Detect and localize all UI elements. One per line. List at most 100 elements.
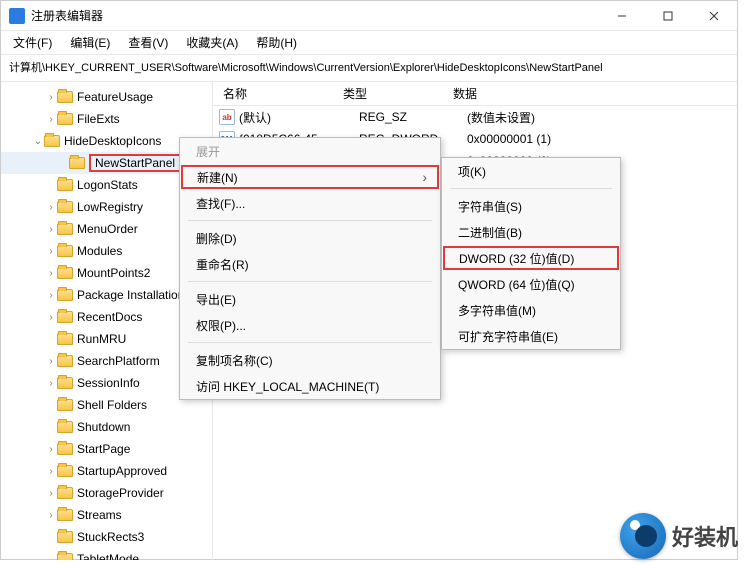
context-menu-item[interactable]: 可扩充字符串值(E): [442, 323, 620, 349]
context-menu-item: 展开: [180, 138, 440, 164]
menu-item[interactable]: 文件(F): [5, 32, 60, 53]
expander-icon[interactable]: ›: [45, 224, 57, 235]
tree-item[interactable]: TabletMode: [1, 548, 212, 560]
tree-item[interactable]: › StartupApproved: [1, 460, 212, 482]
tree-item-label: Streams: [77, 508, 122, 522]
tree-item[interactable]: › StartPage: [1, 438, 212, 460]
context-menu-item[interactable]: 项(K): [442, 158, 620, 184]
menu-separator: [450, 188, 612, 189]
menu-item[interactable]: 编辑(E): [62, 32, 118, 53]
tree-item-label: StartPage: [77, 442, 130, 456]
expander-icon[interactable]: ⌄: [32, 136, 44, 147]
folder-icon: [57, 531, 73, 543]
list-header: 名称 类型 数据: [213, 82, 737, 106]
tree-item-label: RunMRU: [77, 332, 126, 346]
folder-icon: [57, 91, 73, 103]
expander-icon[interactable]: ›: [45, 268, 57, 279]
tree-item-label: StuckRects3: [77, 530, 144, 544]
watermark-logo-icon: [620, 513, 666, 559]
menubar: 文件(F)编辑(E)查看(V)收藏夹(A)帮助(H): [1, 31, 737, 55]
tree-item[interactable]: › StorageProvider: [1, 482, 212, 504]
col-name-header[interactable]: 名称: [213, 85, 333, 102]
context-menu-item[interactable]: 导出(E): [180, 286, 440, 312]
folder-icon: [57, 487, 73, 499]
folder-icon: [57, 509, 73, 521]
expander-icon[interactable]: ›: [45, 378, 57, 389]
folder-icon: [44, 135, 60, 147]
value-row[interactable]: ab(默认)REG_SZ(数值未设置): [213, 106, 737, 128]
expander-icon[interactable]: ›: [45, 114, 57, 125]
close-button[interactable]: [691, 1, 737, 31]
value-data: 0x00000001 (1): [459, 132, 551, 146]
minimize-button[interactable]: [599, 1, 645, 31]
menu-item[interactable]: 查看(V): [120, 32, 176, 53]
maximize-icon: [663, 11, 673, 21]
tree-item-label: Shell Folders: [77, 398, 147, 412]
expander-icon[interactable]: ›: [45, 444, 57, 455]
expander-icon[interactable]: ›: [45, 246, 57, 257]
context-menu-item[interactable]: 新建(N): [181, 165, 439, 189]
expander-icon[interactable]: ›: [45, 312, 57, 323]
tree-item[interactable]: › FileExts: [1, 108, 212, 130]
context-menu-new-submenu: 项(K) 字符串值(S)二进制值(B)DWORD (32 位)值(D)QWORD …: [441, 157, 621, 350]
maximize-button[interactable]: [645, 1, 691, 31]
context-menu-item[interactable]: 访问 HKEY_LOCAL_MACHINE(T): [180, 373, 440, 399]
tree-item-label: SearchPlatform: [77, 354, 160, 368]
watermark-text: 好装机: [672, 520, 738, 552]
tree-item-label: FileExts: [77, 112, 120, 126]
tree-item-label: Modules: [77, 244, 122, 258]
menu-item[interactable]: 帮助(H): [248, 32, 305, 53]
context-menu-item[interactable]: 权限(P)...: [180, 312, 440, 338]
expander-icon[interactable]: ›: [45, 488, 57, 499]
value-type: REG_SZ: [349, 110, 459, 124]
folder-icon: [57, 267, 73, 279]
folder-icon: [69, 157, 85, 169]
expander-icon[interactable]: ›: [45, 466, 57, 477]
tree-item[interactable]: ›FeatureUsage: [1, 86, 212, 108]
folder-icon: [57, 333, 73, 345]
context-menu-item[interactable]: 字符串值(S): [442, 193, 620, 219]
folder-icon: [57, 465, 73, 477]
tree-item-label: StartupApproved: [77, 464, 167, 478]
tree-item-label: LowRegistry: [77, 200, 143, 214]
expander-icon[interactable]: ›: [45, 290, 57, 301]
tree-item-label: MenuOrder: [77, 222, 138, 236]
window-controls: [599, 1, 737, 31]
col-data-header[interactable]: 数据: [443, 85, 737, 102]
context-menu-item[interactable]: 复制项名称(C): [180, 347, 440, 373]
menu-separator: [188, 342, 432, 343]
tree-item[interactable]: Shutdown: [1, 416, 212, 438]
minimize-icon: [617, 11, 627, 21]
folder-icon: [57, 355, 73, 367]
folder-icon: [57, 399, 73, 411]
tree-item[interactable]: › Streams: [1, 504, 212, 526]
tree-item-label: RecentDocs: [77, 310, 142, 324]
expander-icon[interactable]: ›: [45, 510, 57, 521]
folder-icon: [57, 179, 73, 191]
expander-icon[interactable]: ›: [45, 202, 57, 213]
value-data: (数值未设置): [459, 109, 535, 126]
watermark: 好装机: [620, 513, 738, 559]
expander-icon[interactable]: ›: [45, 356, 57, 367]
menu-item[interactable]: 收藏夹(A): [178, 32, 246, 53]
address-bar[interactable]: 计算机\HKEY_CURRENT_USER\Software\Microsoft…: [1, 55, 737, 82]
context-menu-item[interactable]: 查找(F)...: [180, 190, 440, 216]
expander-icon[interactable]: ›: [45, 92, 57, 103]
tree-item-label: Package Installation: [77, 288, 184, 302]
tree-item-label: MountPoints2: [77, 266, 150, 280]
context-menu-item[interactable]: 重命名(R): [180, 251, 440, 277]
context-menu-item[interactable]: 多字符串值(M): [442, 297, 620, 323]
context-menu-item[interactable]: QWORD (64 位)值(Q): [442, 271, 620, 297]
context-menu-item[interactable]: 二进制值(B): [442, 219, 620, 245]
folder-icon: [57, 223, 73, 235]
app-icon: [9, 8, 25, 24]
tree-item-label: StorageProvider: [77, 486, 164, 500]
col-type-header[interactable]: 类型: [333, 85, 443, 102]
context-menu-main: 展开新建(N)查找(F)... 删除(D)重命名(R) 导出(E)权限(P)... 复…: [179, 137, 441, 400]
context-menu-item[interactable]: 删除(D): [180, 225, 440, 251]
tree-item[interactable]: StuckRects3: [1, 526, 212, 548]
context-menu-item[interactable]: DWORD (32 位)值(D): [443, 246, 619, 270]
folder-icon: [57, 553, 73, 560]
tree-item-label: NewStartPanel: [89, 154, 181, 172]
menu-separator: [188, 281, 432, 282]
